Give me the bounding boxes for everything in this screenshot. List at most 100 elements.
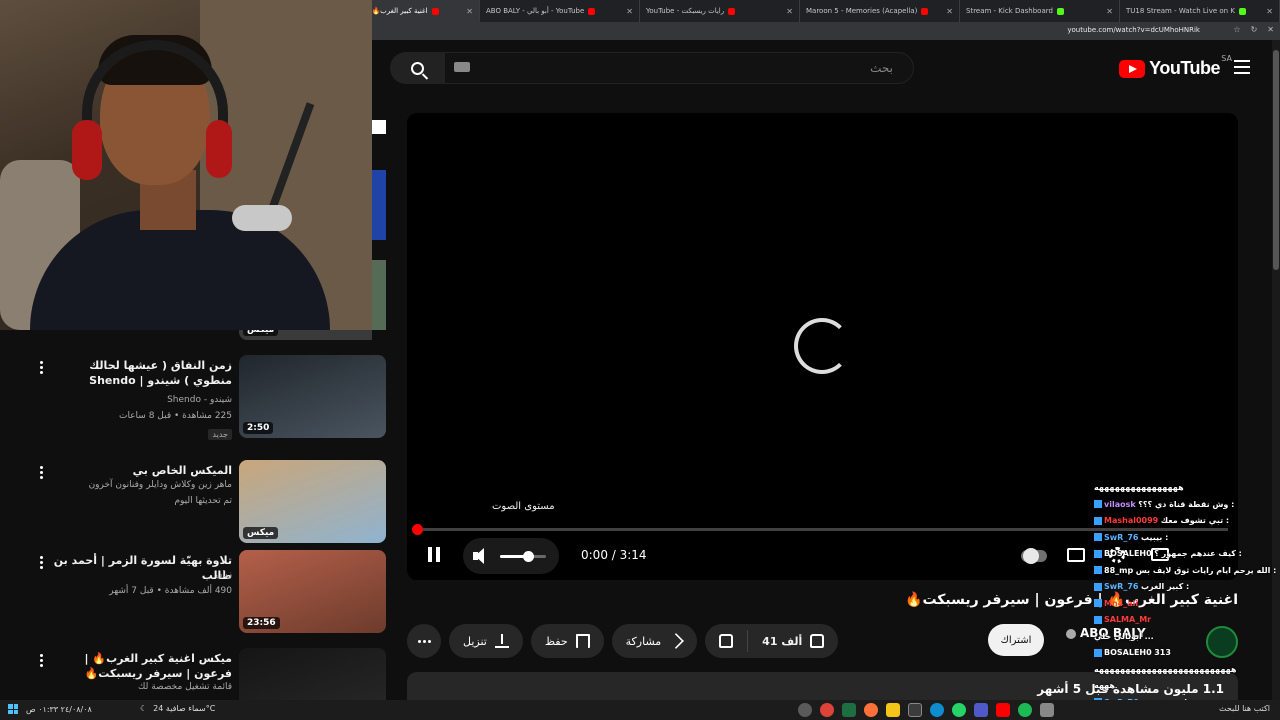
app-icon-excel[interactable] [842,703,856,717]
chat-text: الله يرحم ايام رايات ثوق لايف بس : [1135,565,1277,575]
kebab-menu-icon[interactable] [38,654,44,667]
tab-close-icon[interactable]: ✕ [1106,7,1113,16]
chat-text: كبير الغرب : [1141,582,1190,591]
kebab-menu-icon[interactable] [38,556,44,569]
youtube-logo[interactable]: YouTube SA [1119,54,1232,79]
refresh-icon[interactable]: ↻ [1251,25,1258,34]
recommendation-channel[interactable]: قائمة تشغيل مخصصة لك [12,680,232,694]
windows-start-icon[interactable] [8,704,18,714]
youtube-header: YouTube SA [372,40,1280,96]
app-icon-spotify[interactable] [1018,703,1032,717]
autoplay-toggle[interactable] [1021,548,1047,564]
close-icon[interactable]: ✕ [1267,25,1274,34]
tab-close-icon[interactable]: ✕ [466,7,473,16]
app-icon-youtube[interactable] [996,703,1010,717]
app-icon-firefox[interactable] [864,703,878,717]
taskbar-clock[interactable]: ٢٤/٠٨/٠٨ ٠١:٣٣ ص [26,705,92,714]
volume-control[interactable] [463,538,559,574]
chat-message: SALMA_Mr [1094,612,1280,629]
browser-tab[interactable]: YouTube - رايات ريسبكت ✕ [640,0,800,22]
chat-badge-icon [1094,648,1102,657]
app-icon-explorer[interactable] [886,703,900,717]
subscribe-button[interactable]: اشتراك [988,624,1044,656]
keyboard-icon[interactable] [454,62,470,72]
chat-badge-icon [1094,566,1102,574]
dislike-button[interactable] [705,630,749,652]
recommendation-title[interactable]: الميكس الخاص بي [52,463,232,478]
chat-username[interactable]: Mn4_ali [1104,599,1138,608]
hamburger-menu-icon[interactable] [1234,60,1250,74]
tab-close-icon[interactable]: ✕ [946,7,953,16]
volume-icon[interactable] [473,548,493,564]
weather-text: سماء صافية 24°C [153,704,216,713]
youtube-icon [728,7,736,15]
app-icon-teams[interactable] [974,703,988,717]
recommendation-channel[interactable]: ماهر زين وكلاش ودايلر وفنانون آخرون [12,478,232,492]
volume-knob[interactable] [522,551,534,562]
download-button[interactable]: تنزيل [449,624,523,658]
recommendation-channel[interactable]: زيان [12,568,232,582]
app-icon-browser[interactable] [908,703,922,717]
browser-tab[interactable]: TU18 Stream - Watch Live on K ✕ [1120,0,1280,22]
search-input[interactable] [445,53,913,83]
chat-badge-icon [1094,500,1102,508]
scroll-thumb[interactable] [1273,50,1279,270]
browser-tab[interactable]: Stream - Kick Dashboard ✕ [960,0,1120,22]
save-button[interactable]: حفظ [530,624,604,658]
like-button[interactable]: 41 ألف [748,634,838,648]
chat-badge-icon [1094,615,1102,624]
search-box[interactable] [444,52,914,84]
app-icon-edge[interactable] [930,703,944,717]
tab-close-icon[interactable]: ✕ [1266,7,1273,16]
weather-widget[interactable]: ☾ سماء صافية 24°C [140,704,215,713]
chat-message: BOSALEH0 كيف عندهم جمهور ؟ : [1094,546,1280,563]
browser-tab[interactable]: Maroon 5 - Memories (Acapella) ✕ [800,0,960,22]
recommendation-channel[interactable]: شيندو - Shendo [12,393,232,407]
video-thumbnail[interactable]: 23:56 [239,550,386,633]
chat-input-hint[interactable]: اكتب هنا للبحث [1219,704,1270,713]
chat-username[interactable]: SwR_76 [1104,533,1138,542]
chat-message: vilaosk وش نقطة قناة دي ؟؟؟ : [1094,497,1280,514]
recommendation-meta: 490 ألف مشاهدة • قبل 7 أشهر [109,586,232,596]
tab-label: Maroon 5 - Memories (Acapella) [806,7,918,15]
chat-username[interactable]: BOSALEH0 [1104,648,1152,657]
chat-username[interactable]: BOSALEH0 [1104,549,1152,558]
share-button[interactable]: مشاركة [611,624,698,658]
tab-close-icon[interactable]: ✕ [626,7,633,16]
browser-tab[interactable]: ABO BALY - أبو بالي - YouTube ✕ [480,0,640,22]
kebab-menu-icon[interactable] [38,466,44,479]
chat-username[interactable]: SALMA_Mr [1104,615,1151,624]
pause-button[interactable] [425,547,443,565]
search-button[interactable] [390,52,444,84]
tab-close-icon[interactable]: ✕ [786,7,793,16]
chat-text: تبي تشوف معك : [1160,516,1230,525]
thumbnail-duration: 23:56 [243,617,280,629]
screen: (13) TikTok✕جولة - Jawlah | منصة الألعاب… [0,0,1280,720]
chat-message: SwR_76 كبير الغرب : [1094,579,1280,596]
volume-slider[interactable] [500,551,546,562]
chat-username[interactable]: 88_mp [1104,566,1133,575]
chat-username[interactable]: Mashal0099 [1104,516,1158,525]
video-thumbnail[interactable]: ميكس [239,460,386,543]
app-icon-obs[interactable] [798,703,812,717]
app-icon-settings[interactable] [1040,703,1054,717]
tab-label: ABO BALY - أبو بالي - YouTube [486,7,585,15]
thumbnail-duration: 2:50 [243,422,274,434]
chat-message: 88_mp الله يرحم ايام رايات ثوق لايف بس : [1094,563,1280,580]
recommendation-title[interactable]: ميكس اغنية كبير الغرب🔥 | فرعون | سيرفر ر… [52,651,232,681]
scrubber-handle[interactable] [412,524,423,535]
url-text[interactable]: youtube.com/watch?v=dcUMhoHNRik [1067,26,1200,34]
kebab-menu-icon[interactable] [38,361,44,374]
app-icon-whatsapp[interactable] [952,703,966,717]
logo-text: YouTube [1149,58,1220,78]
captions-icon[interactable] [1067,548,1085,562]
more-actions-button[interactable] [407,624,441,658]
recommendation-title[interactable]: زمن النفاق ( عيشها لحالك منطوي ) شيندو |… [52,358,232,388]
app-icon-chrome[interactable] [820,703,834,717]
chat-username[interactable]: SwR_76 [1104,582,1138,591]
recommendation-meta: تم تحديثها اليوم [174,496,232,506]
volume-tooltip: مستوى الصوت [492,501,555,512]
bookmark-icon[interactable]: ☆ [1233,25,1240,34]
chat-username[interactable]: vilaosk [1104,500,1136,509]
video-thumbnail[interactable]: 2:50 [239,355,386,438]
